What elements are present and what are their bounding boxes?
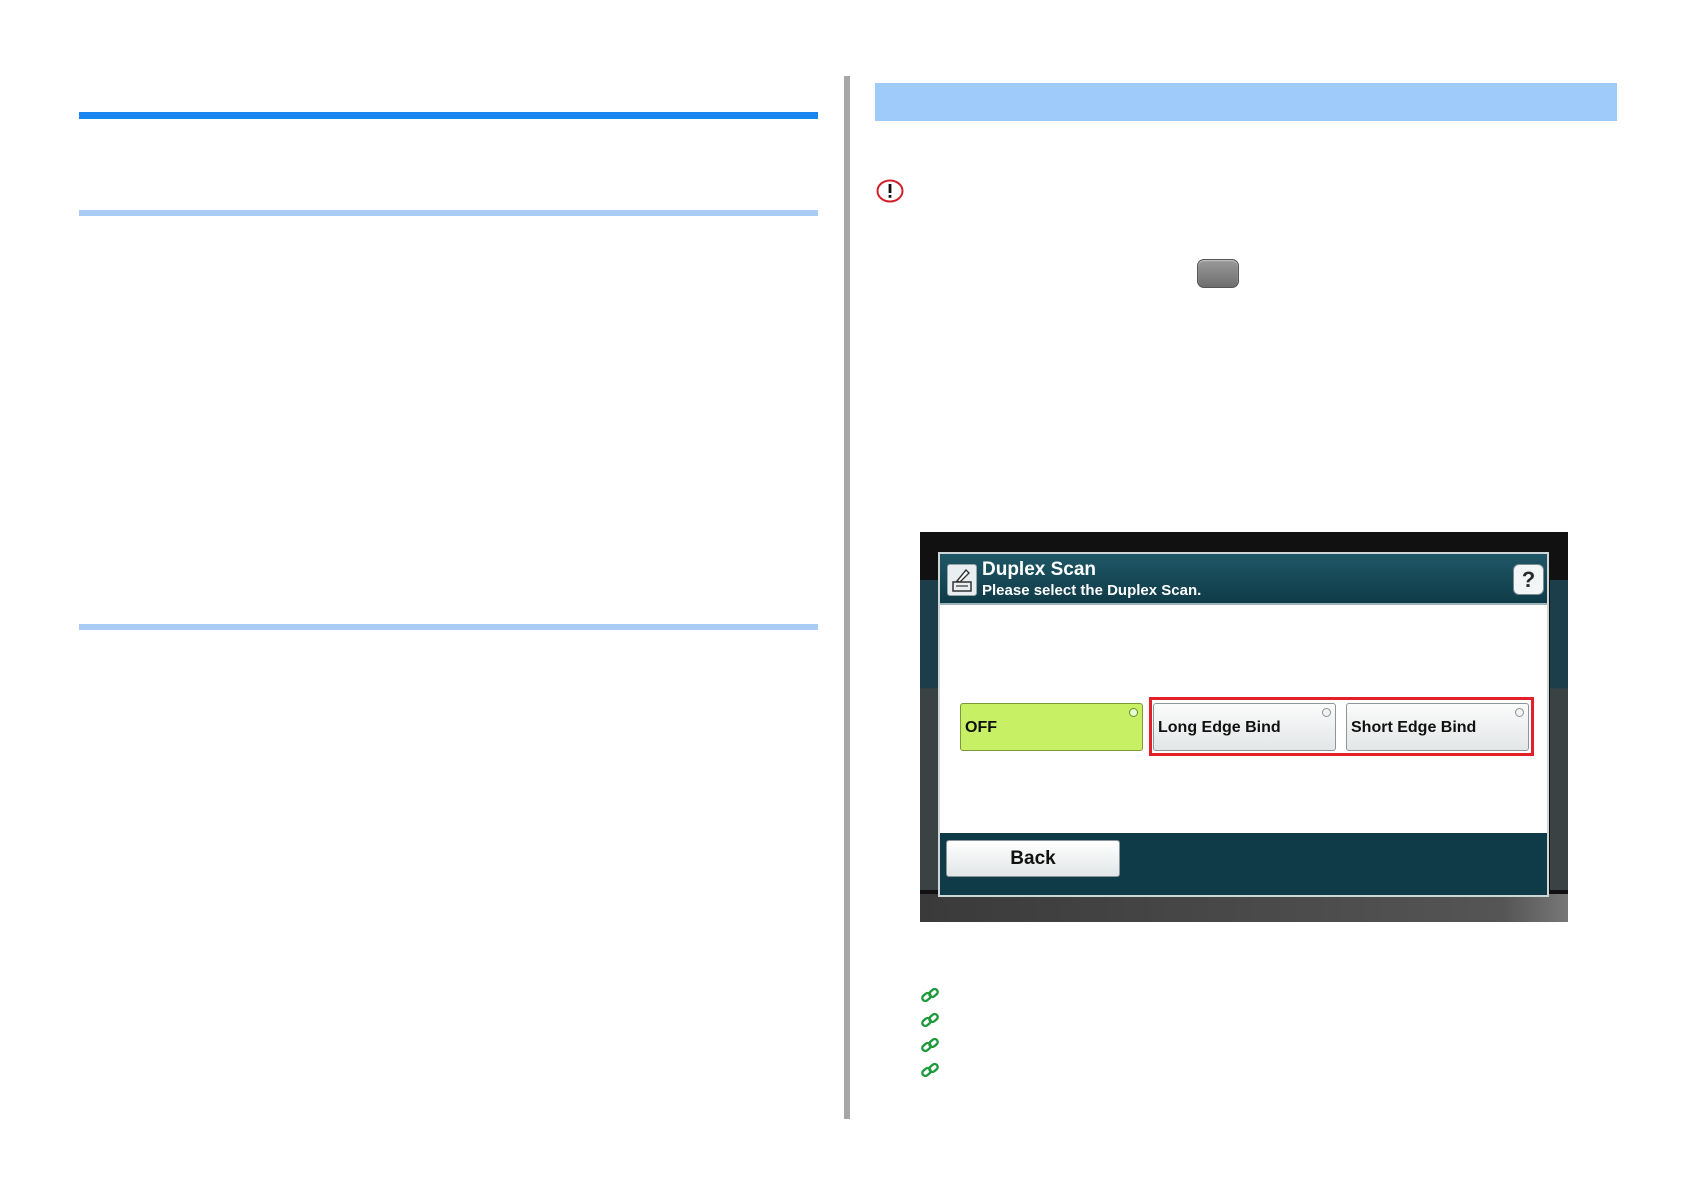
document-icon — [947, 564, 977, 596]
panel-left-edge — [920, 580, 940, 890]
link-icon[interactable] — [920, 985, 940, 1005]
option-off-button[interactable]: OFF — [960, 703, 1143, 751]
panel-right-edge — [1550, 580, 1568, 890]
option-off-label: OFF — [965, 719, 997, 736]
highlight-frame — [1149, 697, 1534, 756]
device-screen: Duplex Scan Please select the Duplex Sca… — [938, 552, 1549, 897]
caution-icon — [876, 179, 904, 203]
section-header-band — [875, 83, 1617, 121]
device-panel-screenshot: Duplex Scan Please select the Duplex Sca… — [920, 532, 1568, 922]
screen-titlebar: Duplex Scan Please select the Duplex Sca… — [940, 554, 1547, 605]
section-rule-1 — [79, 210, 818, 216]
panel-bottom-strip — [920, 894, 1568, 922]
column-divider — [844, 76, 850, 1119]
gray-key-icon — [1197, 259, 1239, 288]
screen-title: Duplex Scan — [982, 559, 1097, 580]
link-icon[interactable] — [920, 1060, 940, 1080]
back-button[interactable]: Back — [946, 840, 1120, 877]
section-rule-2 — [79, 624, 818, 630]
options-area: OFF Long Edge Bind Short Edge Bind — [940, 605, 1547, 833]
heading-rule — [79, 112, 818, 119]
selection-indicator-icon — [1129, 708, 1138, 717]
screen-bottom-bar: Back — [940, 833, 1547, 895]
screen-subtitle: Please select the Duplex Scan. — [982, 582, 1202, 599]
help-icon[interactable]: ? — [1513, 564, 1544, 595]
link-icon[interactable] — [920, 1010, 940, 1030]
link-icon[interactable] — [920, 1035, 940, 1055]
